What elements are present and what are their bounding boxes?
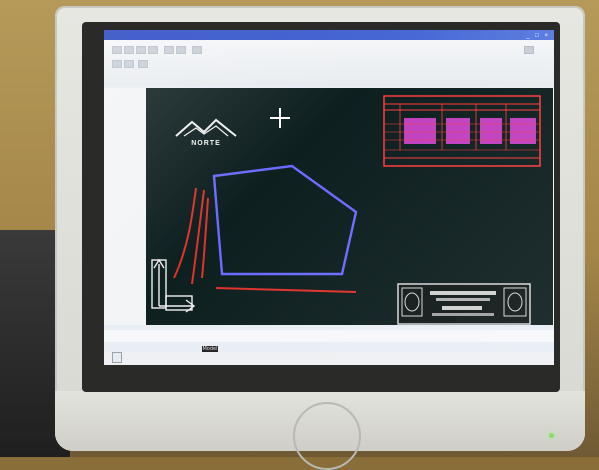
lot-polygon: [212, 164, 358, 276]
toolbar-button[interactable]: [192, 46, 202, 54]
left-toolbar: [104, 88, 146, 325]
toolbar-button[interactable]: [112, 60, 122, 68]
toolbar-button[interactable]: [524, 46, 534, 54]
crosshair-icon: [270, 108, 290, 128]
toolbar-button[interactable]: [112, 46, 122, 54]
toolbar-button[interactable]: [136, 46, 146, 54]
toolbar-button[interactable]: [176, 46, 186, 54]
ucs-icon: [151, 258, 196, 313]
toolbar-button[interactable]: [124, 46, 134, 54]
drawing-svg: NORTE: [151, 95, 541, 325]
taskbar: [104, 352, 554, 365]
north-arrow-icon: NORTE: [175, 118, 237, 147]
road-lines: [173, 187, 357, 293]
title-block: [397, 283, 531, 325]
toolbar-button[interactable]: [124, 60, 134, 68]
toolbar-button[interactable]: [138, 60, 148, 68]
toolbar-button[interactable]: [148, 46, 158, 54]
command-line[interactable]: [104, 330, 554, 342]
cad-screen: _ □ × NORTE Model: [104, 30, 554, 365]
right-toolbar: [553, 88, 554, 325]
window-titlebar[interactable]: _ □ ×: [104, 30, 554, 40]
drawing-canvas[interactable]: NORTE: [146, 88, 553, 325]
start-button[interactable]: [112, 352, 122, 363]
coordinates-table: [383, 95, 541, 167]
toolbar-button[interactable]: [164, 46, 174, 54]
power-button-icon[interactable]: [293, 402, 361, 470]
north-label: NORTE: [191, 140, 221, 147]
power-led-icon: [549, 433, 554, 438]
toolbar-area: [104, 40, 554, 86]
